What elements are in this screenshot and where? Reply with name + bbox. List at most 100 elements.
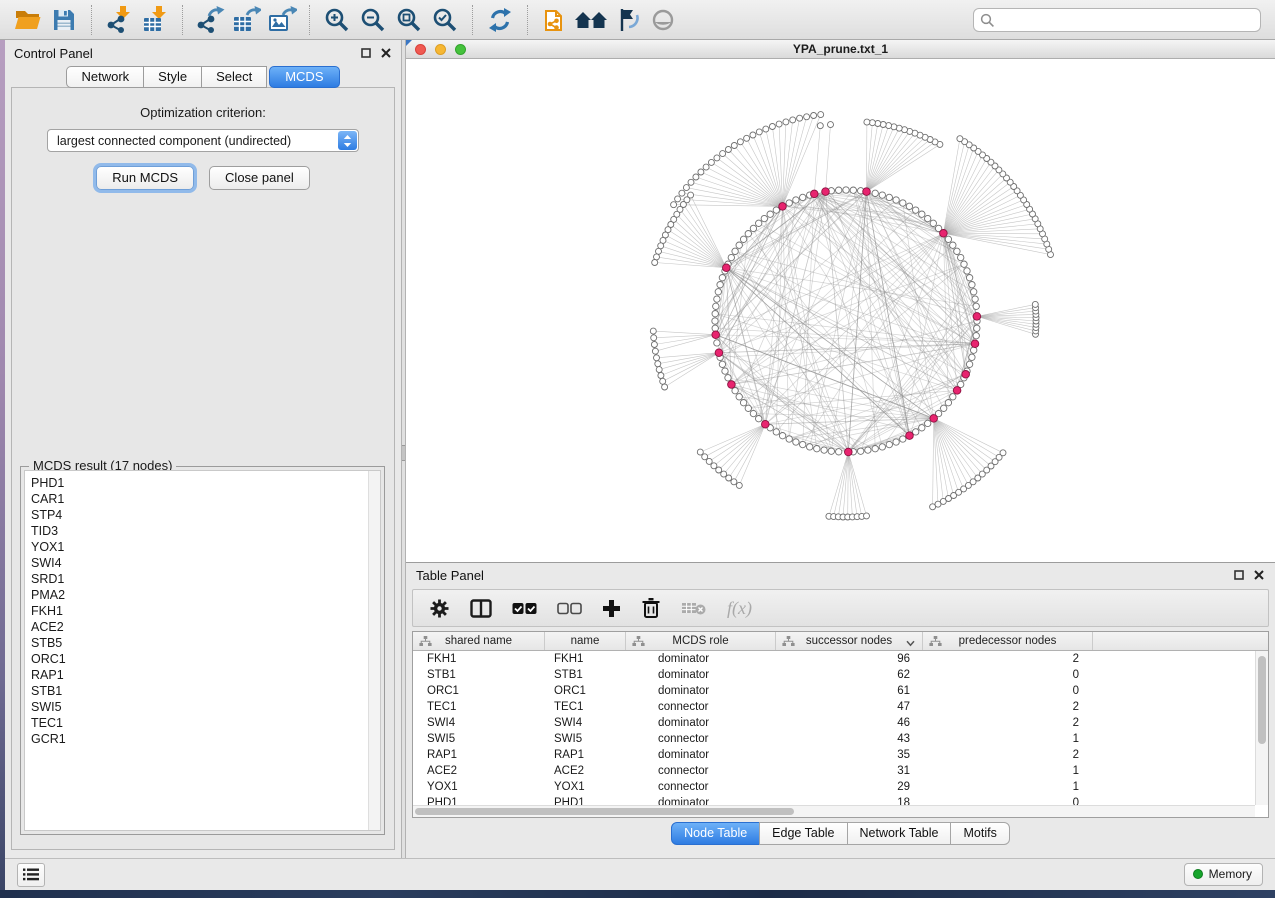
mcds-result-item[interactable]: SWI4 — [25, 555, 380, 571]
open-folder-icon — [14, 7, 42, 32]
mcds-result-item[interactable]: PHD1 — [25, 475, 380, 491]
tab-network[interactable]: Network — [66, 66, 144, 88]
table-row[interactable]: SWI5SWI5connector431 — [413, 731, 1255, 747]
network-canvas[interactable] — [406, 59, 1275, 562]
table-row[interactable]: ACE2ACE2connector311 — [413, 763, 1255, 779]
column-header-predecessor-nodes[interactable]: predecessor nodes — [923, 632, 1093, 650]
mcds-result-item[interactable]: STB1 — [25, 683, 380, 699]
splitter-grip-icon[interactable] — [402, 445, 405, 461]
table-vertical-scrollbar[interactable] — [1255, 651, 1268, 805]
two-houses-icon — [574, 8, 608, 32]
vertical-scroll-thumb[interactable] — [1258, 656, 1266, 744]
search-input[interactable] — [973, 8, 1261, 32]
table-row[interactable]: YOX1YOX1connector291 — [413, 779, 1255, 795]
horizontal-scroll-thumb[interactable] — [415, 808, 794, 815]
tab-node-table[interactable]: Node Table — [671, 822, 760, 845]
close-panel-button[interactable]: Close panel — [209, 166, 310, 190]
table-horizontal-scrollbar[interactable] — [413, 805, 1255, 817]
import-network-button[interactable] — [101, 3, 137, 37]
mcds-list-scrollbar[interactable] — [368, 471, 380, 830]
show-column-panel-button[interactable] — [470, 595, 492, 621]
maximize-window-icon[interactable] — [455, 44, 466, 55]
table-cell: 0 — [923, 685, 1093, 697]
zoom-out-button[interactable] — [355, 3, 391, 37]
table-row[interactable]: ORC1ORC1dominator610 — [413, 683, 1255, 699]
select-all-button[interactable] — [512, 595, 537, 621]
tab-select[interactable]: Select — [201, 66, 267, 88]
import-table-button[interactable] — [137, 3, 173, 37]
deselect-all-button[interactable] — [557, 595, 582, 621]
mcds-result-item[interactable]: TID3 — [25, 523, 380, 539]
mcds-result-item[interactable]: GCR1 — [25, 731, 380, 747]
tab-network-table[interactable]: Network Table — [847, 822, 952, 845]
sort-desc-icon[interactable] — [906, 638, 915, 650]
mcds-result-item[interactable]: YOX1 — [25, 539, 380, 555]
share-document-button[interactable] — [537, 3, 573, 37]
zoom-fit-button[interactable] — [391, 3, 427, 37]
float-panel-icon[interactable] — [360, 47, 372, 59]
delete-table-icon — [681, 600, 707, 616]
function-builder-disabled: f(x) — [727, 595, 752, 621]
mcds-result-item[interactable]: ORC1 — [25, 651, 380, 667]
close-panel-icon[interactable] — [380, 47, 392, 59]
tab-style[interactable]: Style — [143, 66, 202, 88]
column-header-shared-name[interactable]: shared name — [413, 632, 545, 650]
export-table-button[interactable] — [228, 3, 264, 37]
zoom-in-icon — [324, 7, 350, 33]
table-cell: TEC1 — [413, 701, 545, 713]
close-panel-icon[interactable] — [1253, 569, 1265, 581]
show-panels-button[interactable] — [17, 863, 45, 887]
minimize-window-icon[interactable] — [435, 44, 446, 55]
table-row[interactable]: TEC1TEC1connector472 — [413, 699, 1255, 715]
mcds-result-item[interactable]: FKH1 — [25, 603, 380, 619]
tab-motifs[interactable]: Motifs — [950, 822, 1009, 845]
export-network-button[interactable] — [192, 3, 228, 37]
run-mcds-button[interactable]: Run MCDS — [96, 166, 194, 190]
hide-details-button[interactable] — [609, 3, 645, 37]
export-image-button[interactable] — [264, 3, 300, 37]
table-row[interactable]: FKH1FKH1dominator962 — [413, 651, 1255, 667]
mcds-result-item[interactable]: STP4 — [25, 507, 380, 523]
mcds-result-item[interactable]: SRD1 — [25, 571, 380, 587]
zoom-in-button[interactable] — [319, 3, 355, 37]
eye-icon — [649, 9, 677, 31]
mcds-result-item[interactable]: SWI5 — [25, 699, 380, 715]
column-header-MCDS-role[interactable]: MCDS role — [626, 632, 776, 650]
column-header-name[interactable]: name — [545, 632, 626, 650]
criterion-select[interactable]: largest connected component (undirected) — [47, 129, 359, 152]
control-panel: Control Panel NetworkStyleSelectMCDS Opt… — [5, 40, 401, 858]
refresh-icon — [487, 7, 513, 33]
mcds-result-item[interactable]: STB5 — [25, 635, 380, 651]
table-cell: SWI4 — [545, 717, 626, 729]
table-row[interactable]: PHD1PHD1dominator180 — [413, 795, 1255, 805]
mcds-result-item[interactable]: RAP1 — [25, 667, 380, 683]
float-panel-icon[interactable] — [1233, 569, 1245, 581]
mcds-result-item[interactable]: ACE2 — [25, 619, 380, 635]
mcds-result-item[interactable]: PMA2 — [25, 587, 380, 603]
tab-mcds[interactable]: MCDS — [269, 66, 339, 88]
table-row[interactable]: RAP1RAP1dominator352 — [413, 747, 1255, 763]
table-row[interactable]: SWI4SWI4dominator462 — [413, 715, 1255, 731]
delete-column-button[interactable] — [641, 595, 661, 621]
home-button[interactable] — [573, 3, 609, 37]
table-settings-button[interactable] — [429, 595, 450, 621]
eye-button[interactable] — [645, 3, 681, 37]
add-column-button[interactable] — [602, 595, 621, 621]
apply-layout-button[interactable] — [482, 3, 518, 37]
network-graph-svg[interactable] — [406, 59, 1275, 562]
table-row[interactable]: STB1STB1dominator620 — [413, 667, 1255, 683]
tab-edge-table[interactable]: Edge Table — [759, 822, 847, 845]
memory-button[interactable]: Memory — [1184, 863, 1263, 886]
toolbar-separator — [91, 5, 92, 35]
table-cell: TEC1 — [545, 701, 626, 713]
column-header-successor-nodes[interactable]: successor nodes — [776, 632, 923, 650]
mcds-result-item[interactable]: TEC1 — [25, 715, 380, 731]
open-session-button[interactable] — [10, 3, 46, 37]
save-session-button[interactable] — [46, 3, 82, 37]
mcds-result-list[interactable]: PHD1CAR1STP4TID3YOX1SWI4SRD1PMA2FKH1ACE2… — [24, 470, 381, 831]
close-window-icon[interactable] — [415, 44, 426, 55]
table-cell: YOX1 — [545, 781, 626, 793]
zoom-selected-button[interactable] — [427, 3, 463, 37]
check-all-icon — [512, 602, 537, 615]
mcds-result-item[interactable]: CAR1 — [25, 491, 380, 507]
